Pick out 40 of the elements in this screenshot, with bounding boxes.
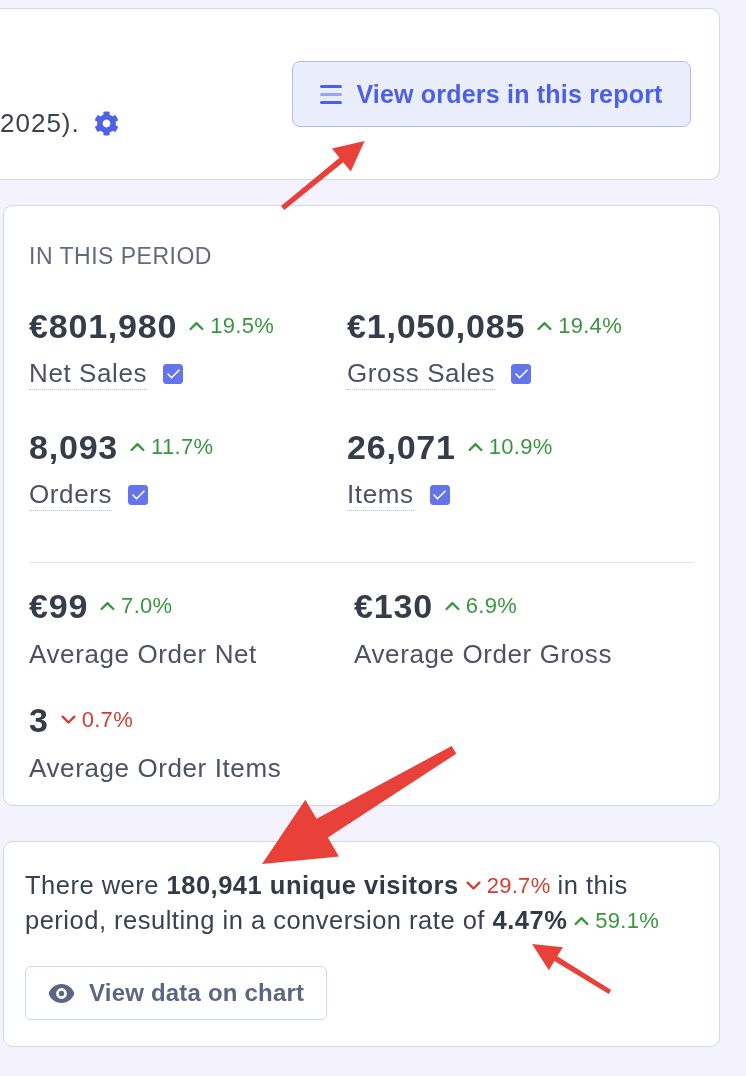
- summary-text: in this: [557, 870, 628, 901]
- summary-text: There were 180,941 unique visitors: [25, 870, 459, 901]
- metric-label: Items: [347, 479, 414, 511]
- change-percentage: 11.7%: [151, 434, 214, 460]
- change-percentage: 7.0%: [121, 593, 173, 619]
- metric-label: Average Order Items: [29, 753, 282, 785]
- metric-value: €130: [354, 588, 433, 624]
- change-percentage: 10.9%: [488, 434, 553, 460]
- metric-label: Average Order Net: [29, 639, 257, 671]
- check-icon: [166, 369, 180, 379]
- view-chart-button[interactable]: View data on chart: [25, 966, 328, 1020]
- change-percentage: 0.7%: [81, 707, 134, 733]
- report-period-text: 2025).: [0, 108, 80, 138]
- change-percentage: 19.4%: [558, 313, 622, 339]
- metric-label: Average Order Gross: [354, 639, 613, 671]
- menu-icon: [320, 84, 343, 104]
- metric-label: Net Sales: [29, 358, 148, 390]
- check-icon: [131, 490, 145, 500]
- checkbox[interactable]: [429, 485, 450, 505]
- metric-value: €99: [29, 588, 89, 624]
- change-percentage: 6.9%: [465, 593, 518, 619]
- change-percentage: 59.1%: [595, 907, 660, 934]
- summary-text: period, resulting in a conversion rate of 4.47%: [25, 905, 568, 936]
- change-percentage: 19.5%: [210, 313, 275, 339]
- view-orders-button[interactable]: View orders in this report: [292, 61, 691, 127]
- check-icon: [514, 369, 528, 379]
- metric-label: Orders: [29, 479, 113, 511]
- check-icon: [433, 490, 447, 500]
- metric-value: 26,071: [347, 429, 456, 465]
- change-percentage: 29.7%: [486, 872, 551, 899]
- metric-value: 3: [29, 702, 49, 738]
- metric-value: €1,050,085: [347, 308, 526, 344]
- metric-label: Gross Sales: [347, 358, 496, 390]
- settings-icon[interactable]: [93, 110, 119, 136]
- checkbox[interactable]: [163, 364, 184, 384]
- metric-value: 8,093: [29, 429, 119, 465]
- section-title: IN THIS PERIOD: [29, 245, 212, 268]
- checkbox[interactable]: [511, 364, 532, 384]
- checkbox[interactable]: [128, 485, 149, 505]
- metric-value: €801,980: [29, 308, 178, 344]
